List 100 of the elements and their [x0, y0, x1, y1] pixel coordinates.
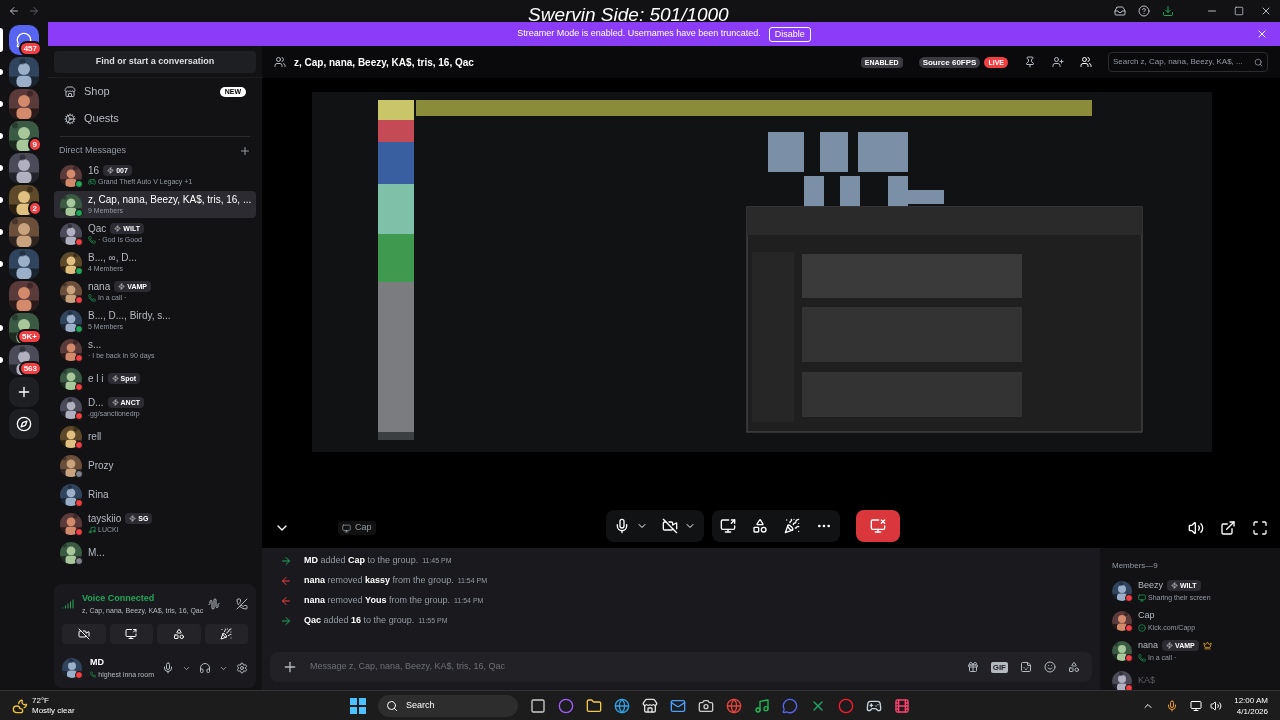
close-icon[interactable] [1256, 28, 1268, 40]
add-friend-icon[interactable] [1052, 56, 1064, 68]
stop-stream-button[interactable] [856, 510, 900, 542]
nav-label: Quests [84, 111, 120, 127]
system-message: nana removed kassy from the group. [304, 574, 454, 588]
search-field[interactable]: Find or start a conversation [54, 50, 256, 73]
gear-icon [64, 112, 76, 125]
browser-icon[interactable] [726, 698, 742, 714]
monitor-icon [1138, 593, 1146, 602]
ring-icon[interactable] [838, 698, 854, 714]
source-chip: Source 60FPS [918, 56, 981, 68]
plus-icon [16, 384, 32, 400]
back-icon[interactable] [8, 5, 20, 17]
inbox-icon[interactable] [1114, 5, 1126, 17]
taskbar-search[interactable]: Search [378, 695, 518, 717]
popout-icon[interactable] [1220, 520, 1236, 536]
store-icon[interactable] [642, 698, 658, 714]
members-icon[interactable] [1080, 56, 1092, 68]
noise-icon[interactable] [208, 598, 220, 610]
add-server-button[interactable] [9, 377, 39, 407]
group-icon [274, 56, 286, 68]
phone-icon [90, 671, 97, 679]
member-name: nana [1138, 639, 1159, 652]
mic-icon[interactable] [614, 518, 630, 534]
activities-icon[interactable] [752, 518, 768, 534]
mail-icon[interactable] [670, 698, 686, 714]
discover-button[interactable] [9, 409, 39, 439]
dm-name: B..., D..., Birdy, s... [88, 309, 171, 322]
volume-icon[interactable] [1210, 699, 1223, 712]
settings-icon[interactable] [236, 662, 248, 674]
channel-title: z, Cap, nana, Beezy, KA$, tris, 16, Qac [294, 55, 474, 70]
headphones-icon[interactable] [199, 662, 211, 674]
chat-icon [16, 32, 32, 48]
share-screen-icon[interactable] [720, 518, 736, 534]
dm-name: 16 [88, 164, 100, 177]
user-name: MD [90, 656, 105, 669]
search-icon [1254, 57, 1263, 67]
folder-icon[interactable] [586, 698, 602, 714]
temperature: 72°F [32, 695, 50, 706]
search-field[interactable]: Search z, Cap, nana, Beezy, KA$, ... [1108, 52, 1268, 72]
fullscreen-icon[interactable] [1252, 520, 1268, 536]
soundboard-button[interactable] [204, 624, 248, 644]
windows-icon[interactable] [350, 698, 366, 714]
dm-name: nana [88, 280, 111, 293]
soundboard-icon[interactable] [784, 518, 800, 534]
gif-button[interactable]: GIF [990, 661, 1008, 673]
dm-item[interactable]: rell [54, 423, 256, 450]
browser-icon[interactable] [614, 698, 630, 714]
dm-item[interactable]: M... [54, 539, 256, 566]
check-icon [1138, 623, 1146, 632]
dm-item[interactable]: Prozy [54, 452, 256, 479]
share-screen-icon [125, 628, 138, 640]
message-field[interactable]: Message z, Cap, nana, Beezy, KA$, tris, 16, Qac GIF [270, 652, 1092, 682]
party-icon [220, 628, 233, 640]
dm-item[interactable]: Rina [54, 481, 256, 508]
maximize-icon[interactable] [1234, 6, 1244, 16]
activities-button[interactable] [157, 624, 201, 644]
member-name: KA$ [1138, 674, 1155, 688]
add-icon[interactable] [239, 145, 251, 157]
phone-icon [1138, 653, 1146, 662]
mic-icon[interactable] [1166, 699, 1179, 712]
emoji-icon[interactable] [1044, 661, 1056, 673]
apps-icon[interactable] [1068, 661, 1080, 673]
system-message: nana removed Yous from the group. [304, 594, 450, 608]
dm-name: s... [88, 338, 102, 351]
dm-name: tayskiio [88, 512, 122, 525]
disconnect-icon[interactable] [236, 598, 248, 610]
signal-icon [62, 598, 74, 610]
gamepad-icon [88, 177, 96, 186]
share-screen-button[interactable] [109, 624, 153, 644]
system-message: MD added Cap to the group. [304, 554, 419, 568]
mic-icon[interactable] [162, 662, 174, 674]
nav-item[interactable]: Quests [56, 105, 254, 132]
network-icon[interactable] [1190, 699, 1203, 712]
volume-icon[interactable] [1188, 520, 1204, 536]
camera-icon[interactable] [698, 698, 714, 714]
task-view-icon[interactable] [530, 698, 546, 714]
compass-icon [16, 416, 32, 432]
camera-button[interactable] [62, 624, 106, 644]
count-badge: 5K+ [17, 329, 42, 344]
disable-button[interactable]: Disable [768, 26, 811, 42]
sticker-icon[interactable] [1020, 661, 1032, 673]
store-icon [64, 85, 76, 98]
pin-icon[interactable] [1024, 56, 1036, 68]
chat-app-icon[interactable] [782, 698, 798, 714]
member-name: Cap [1138, 609, 1155, 622]
section-title: Direct Messages [59, 144, 128, 158]
close-icon[interactable] [1260, 5, 1272, 17]
video-app-icon[interactable] [894, 698, 910, 714]
weather-icon [12, 697, 28, 714]
camera-off-icon[interactable] [662, 518, 678, 534]
music-app-icon[interactable] [754, 698, 770, 714]
overlay-caption: Swervin Side: 501/1000 [528, 3, 729, 27]
phone-icon [88, 293, 96, 302]
download-icon[interactable] [1162, 5, 1174, 17]
gift-icon[interactable] [966, 661, 979, 673]
attach-icon[interactable] [282, 659, 298, 675]
dm-name: rell [88, 430, 102, 443]
game-launcher-icon[interactable] [866, 698, 882, 714]
help-icon[interactable] [1138, 5, 1150, 17]
